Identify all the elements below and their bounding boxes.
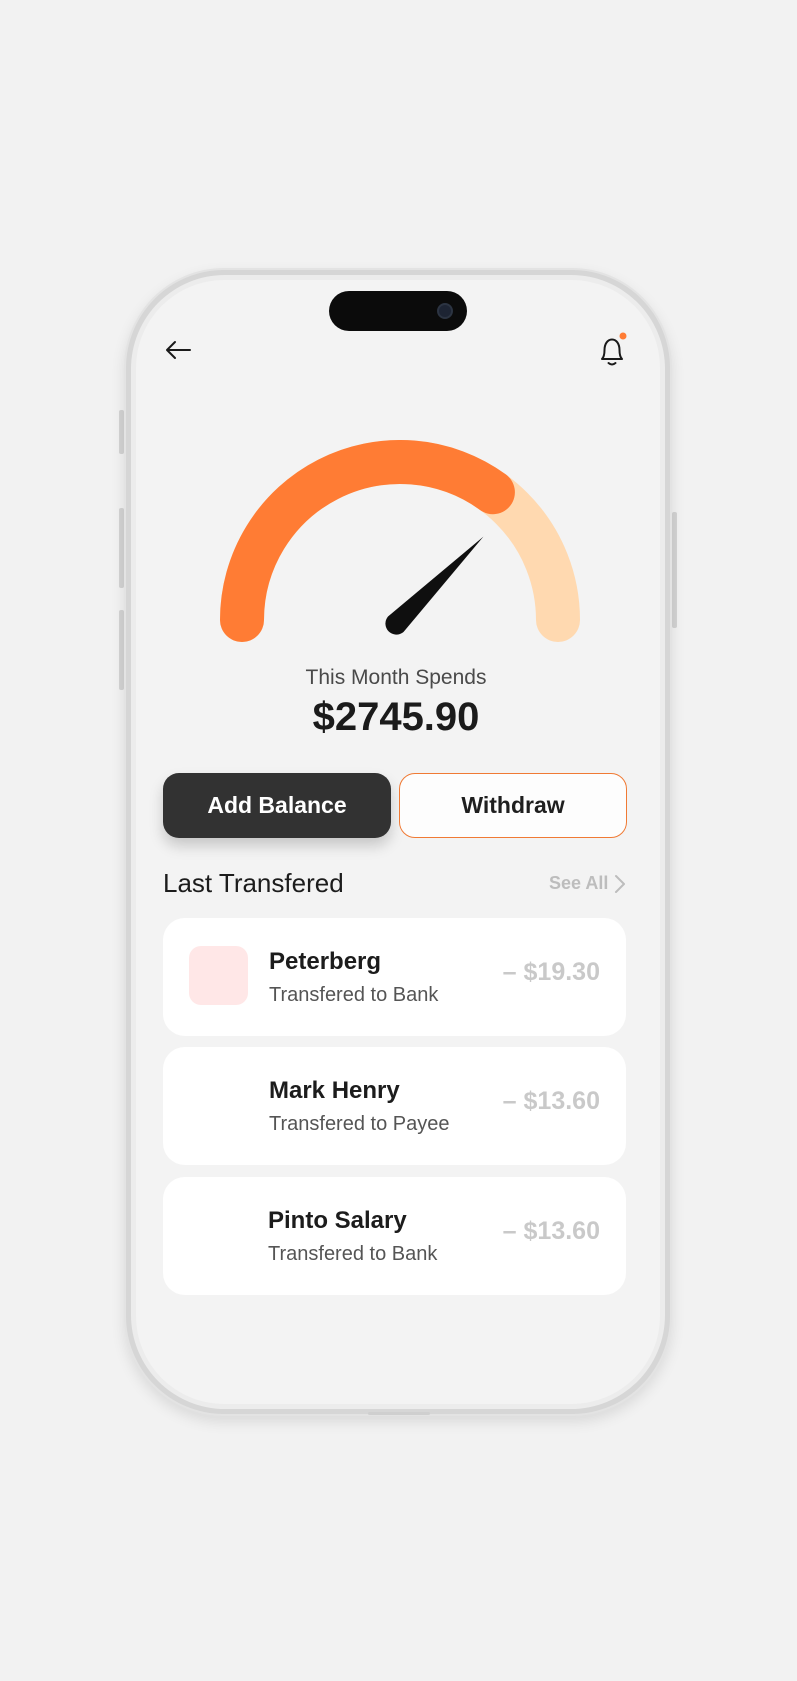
chevron-right-icon bbox=[615, 874, 626, 893]
transfer-name: Mark Henry bbox=[269, 1077, 400, 1104]
see-all-link[interactable]: See All bbox=[549, 873, 626, 894]
add-balance-button[interactable]: Add Balance bbox=[163, 773, 391, 838]
withdraw-button[interactable]: Withdraw bbox=[399, 773, 627, 838]
notification-dot bbox=[619, 332, 627, 340]
back-button[interactable] bbox=[160, 334, 196, 366]
dynamic-island bbox=[329, 291, 467, 331]
gauge-needle bbox=[385, 536, 484, 635]
transfer-name: Pinto Salary bbox=[268, 1207, 407, 1234]
withdraw-label: Withdraw bbox=[461, 792, 565, 818]
home-indicator bbox=[368, 1412, 430, 1415]
spend-amount: $2745.90 bbox=[312, 695, 480, 739]
see-all-label: See All bbox=[549, 873, 609, 893]
transfer-thumbnail bbox=[189, 1205, 248, 1264]
transfer-thumbnail bbox=[189, 1075, 248, 1134]
gauge-progress bbox=[220, 440, 515, 642]
notifications-button[interactable] bbox=[594, 330, 630, 370]
transfer-subtitle: Transfered to Payee bbox=[269, 1113, 450, 1135]
spending-gauge bbox=[220, 440, 580, 642]
transfer-amount: – $13.60 bbox=[502, 1087, 600, 1115]
section-title: Last Transfered bbox=[163, 868, 344, 898]
transfer-card[interactable]: Pinto Salary Transfered to Bank – $13.60 bbox=[163, 1177, 626, 1295]
spend-label: This Month Spends bbox=[305, 666, 487, 689]
app-canvas: This Month Spends $2745.90 Add Balance W… bbox=[0, 0, 797, 1681]
transfer-subtitle: Transfered to Bank bbox=[268, 1243, 438, 1265]
transfer-name: Peterberg bbox=[269, 948, 382, 975]
bell-icon bbox=[601, 332, 627, 366]
arrow-left-icon bbox=[166, 341, 191, 359]
add-balance-label: Add Balance bbox=[207, 792, 347, 818]
transfer-thumbnail bbox=[189, 946, 248, 1005]
camera-icon bbox=[437, 303, 453, 319]
transfer-subtitle: Transfered to Bank bbox=[269, 984, 439, 1006]
transfer-amount: – $13.60 bbox=[502, 1217, 600, 1245]
transfer-amount: – $19.30 bbox=[502, 958, 600, 986]
transfer-card[interactable]: Mark Henry Transfered to Payee – $13.60 bbox=[163, 1047, 626, 1165]
power-button bbox=[672, 512, 677, 628]
transfer-card[interactable]: Peterberg Transfered to Bank – $19.30 bbox=[163, 918, 626, 1036]
